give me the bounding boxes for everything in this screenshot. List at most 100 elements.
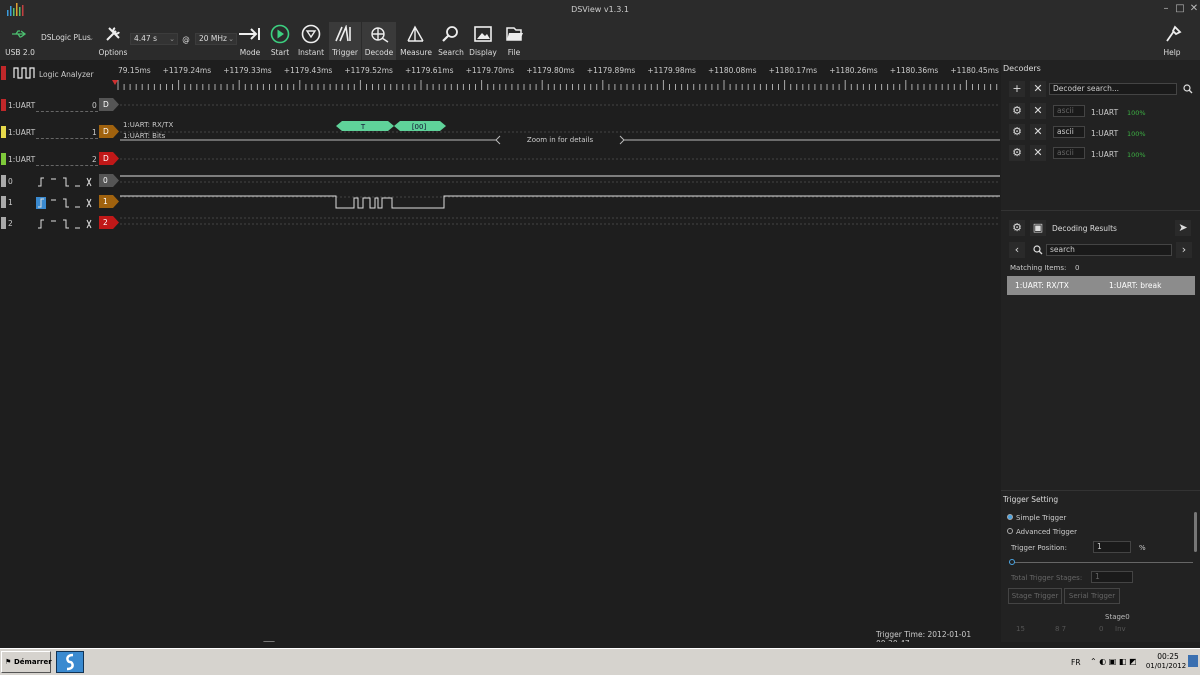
channel-name[interactable]: 0 (8, 177, 13, 186)
channel-color-marker[interactable] (1, 217, 6, 229)
instant-button[interactable]: Instant (296, 22, 326, 60)
taskbar: ⚑ Démarrer FR ⌃ ◐ ▣ ◧ ◩ 00:25 01/01/2012 (0, 648, 1200, 675)
next-result-button[interactable]: › (1176, 242, 1192, 258)
channel-color-marker[interactable] (1, 196, 6, 208)
channel-name[interactable]: 1 (8, 198, 13, 207)
decoder-format-select[interactable]: ascii (1053, 126, 1085, 138)
slider-handle[interactable] (1008, 559, 1015, 565)
channel-flag[interactable] (99, 98, 119, 111)
dsview-task-button[interactable] (56, 651, 84, 673)
display-icon (474, 26, 492, 42)
ruler-tick-label: +1179.89ms (586, 66, 636, 75)
decoder-item[interactable]: ⚙ ✕ ascii 1:UART 100% (1001, 124, 1200, 142)
decoder-format-select[interactable]: ascii (1053, 105, 1085, 117)
channel-flag-label: 2 (103, 218, 108, 227)
channel-row[interactable]: 1:UART 0 D (0, 96, 1000, 116)
simple-trigger-radio[interactable] (1007, 514, 1013, 520)
clock-time[interactable]: 00:25 (1148, 652, 1188, 661)
decoder-format-select[interactable]: ascii (1053, 147, 1085, 159)
matching-items-count: 0 (1075, 264, 1080, 272)
channel-row[interactable]: 11 (0, 193, 1000, 213)
minimize-icon[interactable]: – (1160, 3, 1172, 15)
total-stages-select[interactable]: 1 (1091, 571, 1133, 583)
save-icon[interactable]: ▣ (1030, 220, 1046, 236)
advanced-trigger-radio[interactable] (1007, 528, 1013, 534)
trigger-edge-buttons[interactable] (36, 176, 98, 188)
help-button[interactable]: Help (1158, 22, 1186, 60)
file-button[interactable]: File (500, 22, 528, 60)
decoder-remove-button[interactable]: ✕ (1030, 145, 1046, 161)
display-button[interactable]: Display (468, 22, 498, 60)
channel-name[interactable]: 1:UART (8, 101, 35, 110)
decoder-remove-button[interactable]: ✕ (1030, 124, 1046, 140)
duration-select[interactable]: 4.47 s ⌄ (130, 33, 178, 45)
ruler-tick-label: +1179.80ms (526, 66, 575, 75)
remove-all-decoders-button[interactable]: ✕ (1030, 81, 1046, 97)
samplerate-select[interactable]: 20 MHz ⌄ (195, 33, 237, 45)
clock-date[interactable]: 01/01/2012 (1144, 662, 1188, 670)
tray-icons[interactable]: ⌃ ◐ ▣ ◧ ◩ (1090, 657, 1137, 666)
decode-button[interactable]: Decode (362, 22, 396, 60)
add-decoder-button[interactable]: + (1009, 81, 1025, 97)
channel-flag[interactable] (99, 195, 119, 208)
channel-signal (120, 104, 1000, 106)
decoder-settings-button[interactable]: ⚙ (1009, 124, 1025, 140)
windows-flag-icon: ⚑ (5, 658, 12, 666)
device-select[interactable]: DSLogic PLus ⌄ (38, 33, 96, 45)
decoder-item[interactable]: ⚙ ✕ ascii 1:UART 100% (1001, 103, 1200, 121)
decoder-name: 1:UART (1091, 150, 1119, 159)
show-desktop-icon[interactable] (1188, 655, 1198, 667)
search-button[interactable]: Search (436, 22, 466, 60)
channel-number: 1 (92, 128, 97, 137)
results-search-input[interactable]: search (1046, 244, 1172, 256)
prev-result-button[interactable]: ‹ (1009, 242, 1025, 258)
start-button[interactable]: ⚑ Démarrer (1, 651, 52, 673)
channel-color-marker[interactable] (1, 126, 6, 138)
decode-annotations (120, 121, 1000, 145)
channel-flag[interactable] (99, 125, 119, 138)
trigger-edge-buttons[interactable] (36, 218, 98, 230)
channel-flag[interactable] (99, 216, 119, 229)
channel-row[interactable]: 22 (0, 214, 1000, 234)
language-indicator[interactable]: FR (1071, 658, 1081, 667)
channel-signal (120, 217, 1000, 225)
start-button[interactable]: Start (266, 22, 294, 60)
close-icon[interactable]: ✕ (1188, 3, 1200, 15)
results-settings-button[interactable]: ⚙ (1009, 220, 1025, 236)
channel-flag[interactable] (99, 152, 119, 165)
search-icon[interactable] (1183, 84, 1193, 94)
options-button[interactable]: Options (98, 22, 128, 60)
channel-color-marker[interactable] (1, 99, 6, 111)
channel-name[interactable]: 1:UART (8, 155, 35, 164)
tab-serial-trigger[interactable]: Serial Trigger (1064, 588, 1120, 604)
measure-button[interactable]: Measure (398, 22, 434, 60)
matching-items-label: Matching Items: (1010, 264, 1067, 272)
trigger-position-slider[interactable] (1009, 562, 1193, 563)
tab-stage-trigger[interactable]: Stage Trigger (1008, 588, 1062, 604)
decoder-remove-button[interactable]: ✕ (1030, 103, 1046, 119)
channel-color-marker[interactable] (1, 175, 6, 187)
percent-label: % (1139, 544, 1146, 552)
trigger-panel-scrollbar[interactable] (1194, 512, 1197, 552)
waveform-area[interactable]: Logic Analyzer 79.15ms +1179.24ms +1179.33… (0, 60, 1000, 648)
decoder-item[interactable]: ⚙ ✕ ascii 1:UART 100% (1001, 145, 1200, 163)
result-row[interactable]: 1:UART: RX/TX 1:UART: break (1007, 276, 1195, 295)
decoder-name: 1:UART (1091, 108, 1119, 117)
channel-row[interactable]: 00 (0, 172, 1000, 192)
channel-name[interactable]: 1:UART (8, 128, 35, 137)
time-ruler[interactable]: Logic Analyzer 79.15ms +1179.24ms +1179.33… (0, 60, 1000, 96)
channel-row[interactable]: 1:UART 2 D (0, 150, 1000, 170)
channel-signal (120, 158, 1000, 160)
channel-color-marker[interactable] (1, 153, 6, 165)
channel-flag[interactable] (99, 174, 119, 187)
navigate-icon[interactable]: ➤ (1175, 220, 1191, 236)
mode-button[interactable]: Mode (236, 22, 264, 60)
maximize-icon[interactable]: □ (1174, 3, 1186, 15)
trigger-position-input[interactable]: 1 (1093, 541, 1131, 553)
trigger-button[interactable]: Trigger (329, 22, 361, 60)
decoder-settings-button[interactable]: ⚙ (1009, 103, 1025, 119)
channel-name[interactable]: 2 (8, 219, 13, 228)
decoder-settings-button[interactable]: ⚙ (1009, 145, 1025, 161)
trigger-edge-buttons[interactable] (36, 197, 98, 209)
decoder-search-input[interactable]: Decoder search... (1049, 83, 1177, 95)
